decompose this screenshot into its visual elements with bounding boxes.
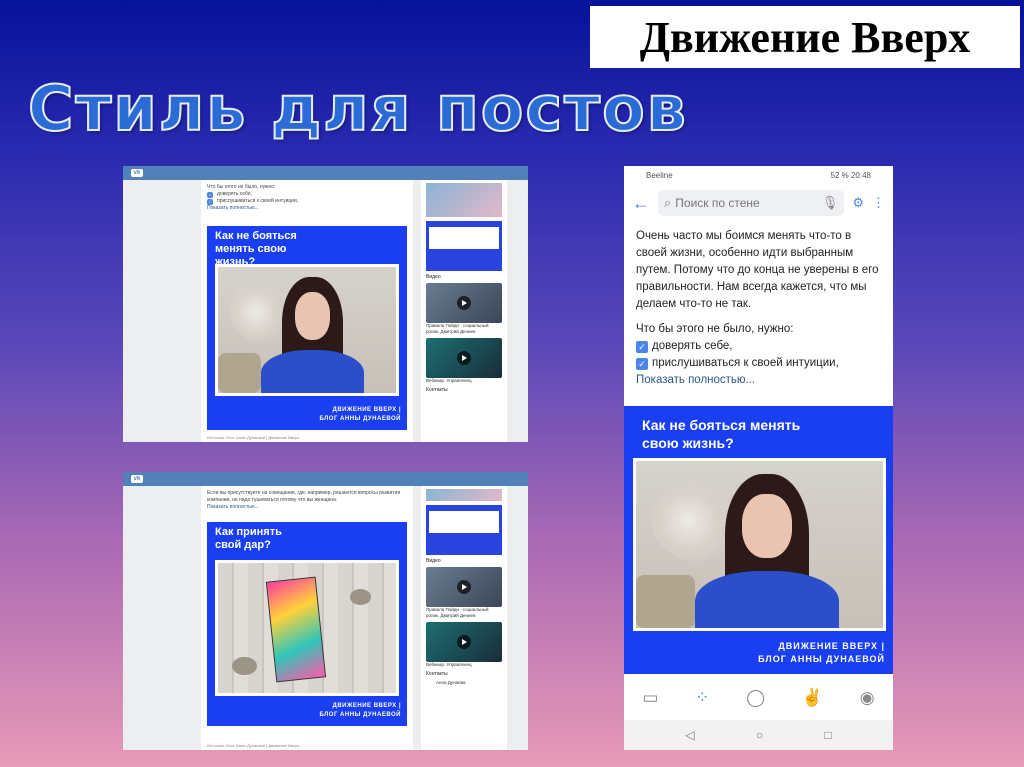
list-item-text: доверять себе, xyxy=(652,340,733,352)
sidebar: Видео Правила Пойди - социальный ролик. … xyxy=(421,180,507,442)
video-thumb[interactable] xyxy=(426,338,502,378)
clips-icon[interactable]: ✌ xyxy=(802,688,823,708)
search-placeholder: Поиск по стене xyxy=(675,196,760,210)
portrait-photo xyxy=(633,458,886,631)
post-intro-line: компании, не надо тушеваться потому что … xyxy=(207,497,338,503)
check-icon: ✓ xyxy=(636,341,648,353)
list-item: ✓ прислушиваться к своей интуиции, xyxy=(636,355,881,372)
system-nav: ◁ ○ □ xyxy=(624,720,893,750)
video-label: Видео xyxy=(426,274,441,280)
carrier-text: Beeline xyxy=(646,170,673,180)
sidebar-thumb[interactable] xyxy=(426,221,502,271)
back-arrow-icon[interactable]: ← xyxy=(632,193,650,214)
play-icon xyxy=(457,296,471,310)
system-recents-icon[interactable]: □ xyxy=(824,728,831,742)
profile-icon[interactable]: ◉ xyxy=(860,688,875,708)
slide-title: Стиль для постов xyxy=(27,71,688,146)
mic-icon[interactable]: 🎙 xyxy=(822,195,839,211)
card-title: Как не бояться менять свою жизнь? xyxy=(642,417,801,451)
video-caption[interactable]: Вебинар. Управленец xyxy=(426,662,502,668)
post-2: Если вы присутствуете на совещании, где,… xyxy=(201,486,413,750)
list-item: ✓ доверять себе, xyxy=(636,338,881,355)
messages-icon[interactable]: ◯ xyxy=(746,688,765,708)
video-thumb[interactable] xyxy=(426,283,502,323)
search-bar: ← ⌕ Поиск по стене 🎙 ⚙ ⋮ xyxy=(624,184,893,222)
more-vertical-icon[interactable]: ⋮ xyxy=(872,195,885,211)
post-source: Источник: Блог Анны Дунаевой | Движение … xyxy=(207,435,300,440)
card-signature: ДВИЖЕНИЕ ВВЕРХ | БЛОГ АННЫ ДУНАЕВОЙ xyxy=(319,702,401,720)
sidebar: Видео Правила Пойди - социальный ролик. … xyxy=(421,486,507,750)
video-thumb[interactable] xyxy=(426,622,502,662)
services-icon[interactable]: ⁘ xyxy=(695,688,709,708)
vk-logo-icon: vk xyxy=(131,475,143,483)
status-bar: Beeline 52 % 20:48 xyxy=(624,166,893,184)
play-icon xyxy=(457,580,471,594)
card-signature: ДВИЖЕНИЕ ВВЕРХ | БЛОГ АННЫ ДУНАЕВОЙ xyxy=(319,406,401,424)
intro-text: прислушиваться к своей интуиции, xyxy=(217,198,299,204)
post-image-card: Как принять свой дар? ДВИЖЕНИЕ ВВЕРХ | БЛ… xyxy=(207,522,407,726)
show-more-link[interactable]: Показать полностью... xyxy=(207,205,407,212)
sidebar-thumb[interactable] xyxy=(426,489,502,501)
search-icon: ⌕ xyxy=(664,195,672,210)
intro-text: доверять себе, xyxy=(217,191,252,197)
video-caption[interactable]: Правила Пойди - социальный ролик. Дмитри… xyxy=(426,323,502,335)
sig-line: ДВИЖЕНИЕ ВВЕРХ | xyxy=(332,407,401,413)
post-paragraph: Очень часто мы боимся менять что-то в св… xyxy=(636,230,879,310)
portrait-photo xyxy=(215,264,399,396)
brand-box: Движение Вверх xyxy=(590,6,1020,68)
video-label: Видео xyxy=(426,558,441,564)
sig-line: БЛОГ АННЫ ДУНАЕВОЙ xyxy=(758,654,885,664)
vk-topbar: vk xyxy=(123,472,528,486)
sig-line: ДВИЖЕНИЕ ВВЕРХ | xyxy=(778,641,885,651)
video-caption[interactable]: Правила Пойди - социальный ролик. Дмитри… xyxy=(426,607,502,619)
phone-screenshot: Beeline 52 % 20:48 ← ⌕ Поиск по стене 🎙 … xyxy=(624,166,893,750)
video-caption[interactable]: Вебинар. Управленец xyxy=(426,378,502,384)
play-icon xyxy=(457,635,471,649)
card-signature: ДВИЖЕНИЕ ВВЕРХ | БЛОГ АННЫ ДУНАЕВОЙ xyxy=(758,640,885,666)
contacts-label: Контакты xyxy=(426,387,448,393)
post-intro-line: ✓ прислушиваться к своей интуиции, xyxy=(207,198,407,205)
post-image-card[interactable]: Как не бояться менять свою жизнь? ДВИЖЕН… xyxy=(624,406,893,674)
sidebar-thumb[interactable] xyxy=(426,183,502,217)
post-1: Что бы этого не было, нужно: ✓ доверять с… xyxy=(201,180,413,442)
book-photo xyxy=(215,560,399,696)
sig-line: ДВИЖЕНИЕ ВВЕРХ | xyxy=(332,703,401,709)
card-title: Как принять свой дар? xyxy=(215,526,282,551)
post-text: Очень часто мы боимся менять что-то в св… xyxy=(624,222,893,389)
brand-title: Движение Вверх xyxy=(639,12,971,62)
post-image-card: Как не бояться менять свою жизнь? ДВИЖЕН… xyxy=(207,226,407,430)
desktop-screenshot-1: vk Что бы этого не было, нужно: ✓ доверят… xyxy=(123,166,528,442)
bottom-nav: ▭ ⁘ ◯ ✌ ◉ xyxy=(624,678,893,718)
video-thumb[interactable] xyxy=(426,567,502,607)
status-right: 52 % 20:48 xyxy=(830,170,871,180)
post-intro-line: Если вы присутствуете на совещании, где,… xyxy=(207,490,401,496)
list-item-text: прислушиваться к своей интуиции, xyxy=(652,357,839,369)
show-more-link[interactable]: Показать полностью... xyxy=(207,504,407,511)
gear-icon[interactable]: ⚙ xyxy=(852,195,864,211)
desktop-screenshot-2: vk Если вы присутствуете на совещании, г… xyxy=(123,472,528,750)
post-source: Источник: Блог Анны Дунаевой | Движение … xyxy=(207,743,300,748)
check-icon: ✓ xyxy=(636,358,648,370)
post-intro-line: ✓ доверять себе, xyxy=(207,191,407,198)
news-icon[interactable]: ▭ xyxy=(642,688,658,708)
play-icon xyxy=(457,351,471,365)
vk-topbar: vk xyxy=(123,166,528,180)
sig-line: БЛОГ АННЫ ДУНАЕВОЙ xyxy=(319,416,401,422)
contact-name[interactable]: Анна Дунаева xyxy=(426,680,502,686)
post-intro-line: Что бы этого не было, нужно: xyxy=(207,184,276,190)
search-input[interactable]: ⌕ Поиск по стене 🎙 xyxy=(658,190,845,216)
sig-line: БЛОГ АННЫ ДУНАЕВОЙ xyxy=(319,712,401,718)
system-home-icon[interactable]: ○ xyxy=(756,728,763,742)
post-paragraph: Что бы этого не было, нужно: xyxy=(636,323,794,335)
show-more-link[interactable]: Показать полностью... xyxy=(636,372,881,389)
sidebar-thumb[interactable] xyxy=(426,505,502,555)
contacts-label: Контакты xyxy=(426,671,448,677)
system-back-icon[interactable]: ◁ xyxy=(685,728,694,742)
vk-logo-icon: vk xyxy=(131,169,143,177)
